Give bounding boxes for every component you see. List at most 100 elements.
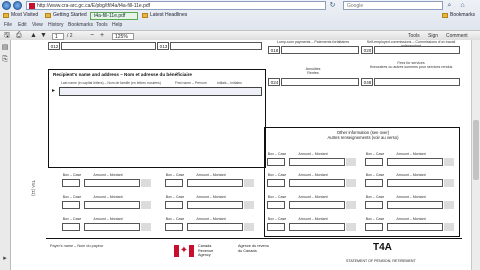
menu-bookmarks[interactable]: Bookmarks [68, 20, 93, 30]
recipient-title: Recipient's name and address – Nom et ad… [53, 72, 192, 77]
fav-latest-headlines[interactable]: Latest Headlines [142, 11, 187, 20]
amount-montant-label: Amount – Montant [196, 173, 226, 177]
amount-montant-label: Amount – Montant [93, 217, 123, 221]
box-013-label: 013 [157, 42, 169, 50]
box-number-input[interactable] [365, 158, 383, 166]
label-fees: Fees for services Honoraires ou autres so… [369, 61, 453, 69]
recipient-name-input[interactable] [59, 87, 262, 96]
amount-cents-shade [244, 223, 254, 231]
search-input[interactable]: Google [343, 1, 443, 10]
amount-input[interactable] [187, 223, 243, 231]
panel-expand-icon[interactable]: ▸ [1, 255, 9, 263]
fav-label: Getting Started [53, 12, 87, 18]
home-icon[interactable]: ⌂ [458, 1, 467, 10]
box-number-input[interactable] [62, 179, 80, 187]
amount-input[interactable] [84, 223, 140, 231]
amount-input[interactable] [289, 201, 345, 209]
amount-montant-label: Amount – Montant [196, 195, 226, 199]
box-number-input[interactable] [365, 201, 383, 209]
pages-panel-icon[interactable]: ▤ [1, 44, 9, 52]
amount-montant-label: Amount – Montant [298, 173, 328, 177]
pdf-toolbar: 🖫 ⎙ ▲ ▼ 1 / 2 − + 125% Tools Sign Commen… [0, 30, 480, 40]
box-number-input[interactable] [62, 223, 80, 231]
fav-label: Latest Headlines [150, 12, 188, 18]
box-012-label: 012 [48, 42, 60, 50]
box-number-input[interactable] [267, 201, 285, 209]
box-number-input[interactable] [365, 223, 383, 231]
amount-input[interactable] [187, 179, 243, 187]
amount-input[interactable] [387, 223, 443, 231]
box-case-label: Box – Case [365, 195, 385, 199]
box-number-input[interactable] [165, 179, 183, 187]
search-icon[interactable]: ⌕ [445, 1, 454, 10]
amount-input[interactable] [387, 158, 443, 166]
address-bar[interactable]: http://www.cra-arc.gc.ca/E/pbg/tf/t4a/t4… [26, 1, 326, 10]
box-number-input[interactable] [165, 223, 183, 231]
field-024[interactable] [281, 78, 359, 86]
box-number-input[interactable] [267, 223, 285, 231]
box-number-input[interactable] [267, 179, 285, 187]
field-020[interactable] [374, 46, 460, 54]
label-last-name: Last name (in capital letters) – Nom de … [61, 81, 161, 85]
fav-getting-started[interactable]: Getting Started [45, 11, 87, 20]
amount-cents-shade [244, 201, 254, 209]
amount-montant-label: Amount – Montant [196, 217, 226, 221]
field-012[interactable] [61, 42, 156, 50]
box-024-label: 024 [268, 78, 280, 86]
field-048[interactable] [374, 78, 460, 86]
amount-montant-label: Amount – Montant [298, 152, 328, 156]
menu-tools[interactable]: Tools [96, 20, 108, 30]
amount-cents-shade [444, 223, 454, 231]
amount-cents-shade [141, 179, 151, 187]
amount-cents-shade [444, 158, 454, 166]
vertical-scrollbar[interactable] [471, 40, 480, 270]
fav-bookmarks[interactable]: Bookmarks [442, 11, 475, 20]
menu-history[interactable]: History [48, 20, 64, 30]
amount-input[interactable] [387, 179, 443, 187]
amount-input[interactable] [289, 223, 345, 231]
canada-flag-icon: ✦ [174, 245, 194, 257]
amount-cents-shade [346, 179, 356, 187]
menu-edit[interactable]: Edit [18, 20, 27, 30]
tab-active[interactable]: t4a-fill-11e.pdf [90, 12, 138, 20]
amount-input[interactable] [84, 179, 140, 187]
back-icon[interactable] [2, 1, 11, 10]
box-number-input[interactable] [62, 201, 80, 209]
amount-input[interactable] [289, 158, 345, 166]
t4a-side-label: T4A (11) [31, 180, 36, 196]
zoom-select[interactable]: 125% [112, 33, 134, 40]
menu-help[interactable]: Help [112, 20, 122, 30]
amount-cents-shade [346, 158, 356, 166]
box-case-label: Box – Case [62, 173, 82, 177]
field-018[interactable] [281, 46, 359, 54]
box-number-input[interactable] [267, 158, 285, 166]
page-number-input[interactable]: 1 [52, 33, 64, 40]
box-number-input[interactable] [365, 179, 383, 187]
amount-montant-label: Amount – Montant [396, 217, 426, 221]
reload-icon[interactable]: ↻ [328, 1, 337, 10]
fav-most-visited[interactable]: Most Visited [3, 11, 38, 20]
forward-icon[interactable] [13, 1, 22, 10]
box-020-label: 020 [361, 46, 373, 54]
amount-input[interactable] [187, 201, 243, 209]
box-case-label: Box – Case [62, 217, 82, 221]
menu-file[interactable]: File [4, 20, 12, 30]
amount-cents-shade [141, 201, 151, 209]
box-number-input[interactable] [165, 201, 183, 209]
box-case-label: Box – Case [165, 173, 185, 177]
box-case-label: Box – Case [267, 173, 287, 177]
pdf-viewport: ▤ ⎘ ▸ 012 013 Lump-sum payments – Paieme… [0, 40, 480, 270]
amount-input[interactable] [84, 201, 140, 209]
amount-input[interactable] [289, 179, 345, 187]
amount-montant-label: Amount – Montant [396, 173, 426, 177]
amount-input[interactable] [387, 201, 443, 209]
address-row: http://www.cra-arc.gc.ca/E/pbg/tf/t4a/t4… [0, 0, 480, 11]
other-info-title-fr: Autres renseignements (voir au verso) [327, 135, 399, 140]
fav-label: Bookmarks [450, 12, 476, 18]
scrollbar-thumb[interactable] [473, 120, 479, 180]
field-013[interactable] [170, 42, 262, 50]
amount-montant-label: Amount – Montant [298, 195, 328, 199]
amount-cents-shade [444, 179, 454, 187]
menu-view[interactable]: View [32, 20, 43, 30]
attachments-icon[interactable]: ⎘ [1, 56, 9, 64]
